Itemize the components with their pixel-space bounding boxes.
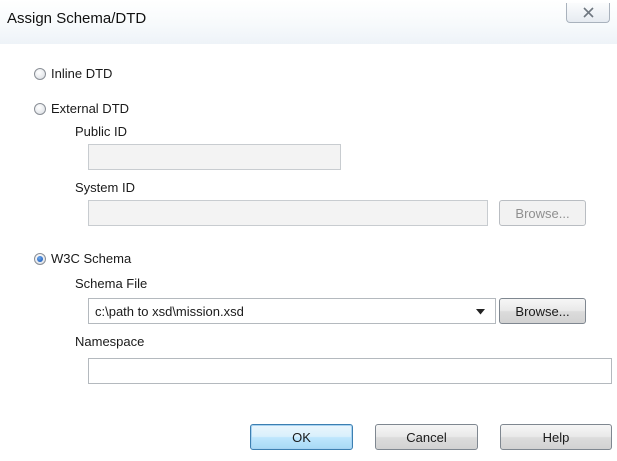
help-button[interactable]: Help bbox=[500, 424, 612, 450]
w3c-schema-radio[interactable] bbox=[34, 252, 46, 265]
close-icon bbox=[583, 7, 594, 18]
inline-dtd-option[interactable]: Inline DTD bbox=[34, 66, 112, 81]
system-id-label: System ID bbox=[75, 180, 135, 195]
schema-file-combobox[interactable]: c:\path to xsd\mission.xsd bbox=[88, 298, 496, 324]
w3c-schema-label: W3C Schema bbox=[51, 251, 132, 266]
public-id-input[interactable] bbox=[88, 144, 341, 170]
public-id-label: Public ID bbox=[75, 124, 128, 139]
system-id-browse-button[interactable]: Browse... bbox=[499, 200, 586, 226]
inline-dtd-label: Inline DTD bbox=[51, 66, 113, 81]
dialog-title: Assign Schema/DTD bbox=[7, 10, 147, 27]
schema-file-browse-button[interactable]: Browse... bbox=[499, 298, 586, 324]
dialog-body: Inline DTD External DTD Public ID System… bbox=[11, 44, 617, 461]
ok-button[interactable]: OK bbox=[250, 424, 353, 450]
inline-dtd-radio[interactable] bbox=[34, 67, 46, 80]
w3c-schema-option[interactable]: W3C Schema bbox=[34, 251, 131, 266]
external-dtd-option[interactable]: External DTD bbox=[34, 101, 129, 116]
close-button[interactable] bbox=[566, 3, 610, 23]
external-dtd-radio[interactable] bbox=[34, 102, 46, 115]
namespace-input[interactable] bbox=[88, 358, 612, 384]
system-id-input[interactable] bbox=[88, 200, 488, 226]
chevron-down-icon[interactable] bbox=[476, 309, 485, 315]
schema-file-label: Schema File bbox=[75, 276, 148, 291]
external-dtd-label: External DTD bbox=[51, 101, 130, 116]
schema-file-value: c:\path to xsd\mission.xsd bbox=[95, 304, 244, 319]
cancel-button[interactable]: Cancel bbox=[375, 424, 478, 450]
title-bar: Assign Schema/DTD bbox=[0, 0, 617, 44]
namespace-label: Namespace bbox=[75, 334, 145, 349]
